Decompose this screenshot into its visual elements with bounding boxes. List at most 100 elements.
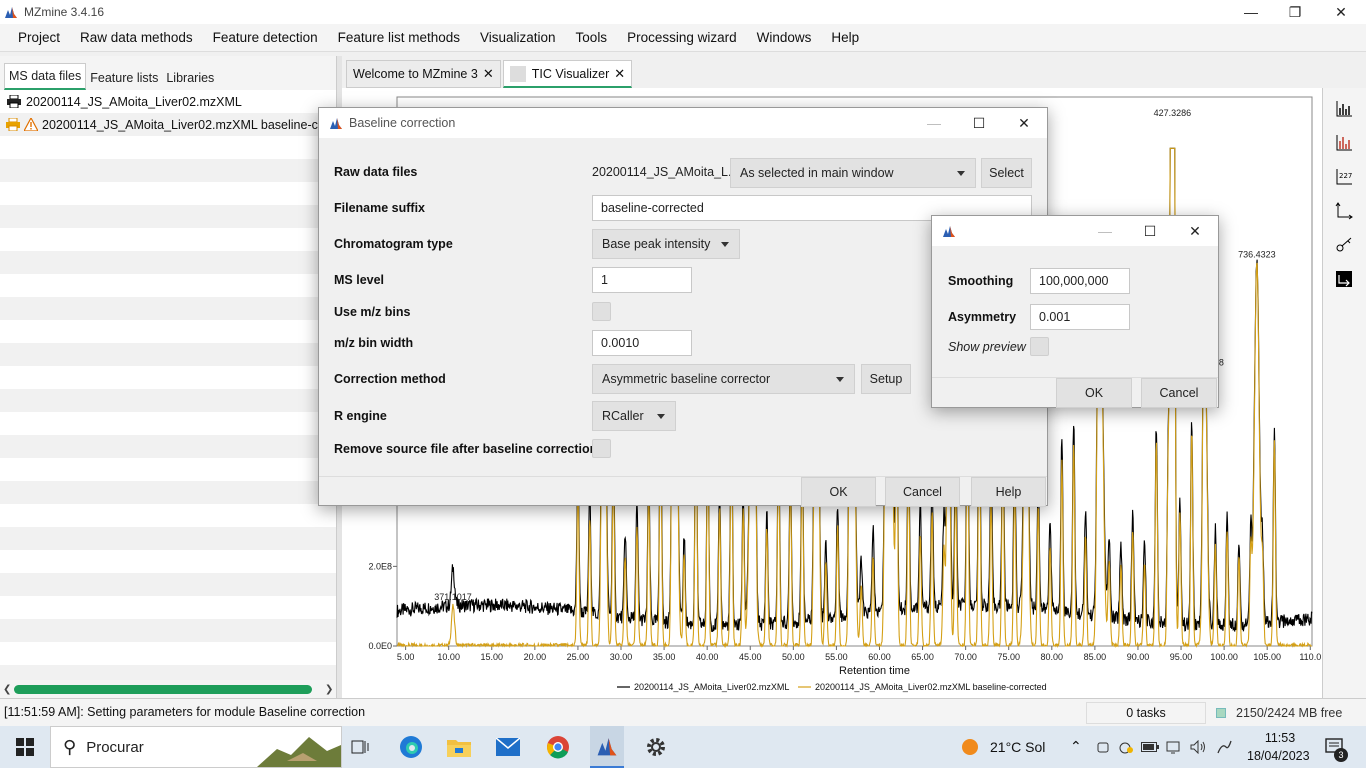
dialog-titlebar: — ☐ ✕ (932, 216, 1218, 246)
cancel-button[interactable]: Cancel (1141, 378, 1217, 408)
settings-gear-icon[interactable] (640, 726, 672, 768)
menu-project[interactable]: Project (8, 30, 70, 45)
use-mz-bins-checkbox[interactable] (592, 302, 611, 321)
x-tick-label: 70.00 (954, 652, 977, 662)
tab-libraries[interactable]: Libraries (162, 66, 218, 90)
export-icon[interactable] (1329, 266, 1359, 292)
restore-button[interactable]: ❐ (1272, 0, 1318, 24)
chevron-up-icon[interactable]: ⌃ (1070, 738, 1082, 755)
cancel-button[interactable]: Cancel (885, 477, 960, 507)
menu-windows[interactable]: Windows (747, 30, 822, 45)
task-view-icon[interactable] (346, 726, 374, 768)
chrome-icon[interactable] (542, 726, 574, 768)
weather-sun-icon[interactable] (958, 726, 982, 768)
clock-date[interactable]: 18/04/2023 (1247, 749, 1310, 763)
x-tick-label: 40.00 (696, 652, 719, 662)
ok-button[interactable]: OK (801, 477, 876, 507)
menu-feature-list-methods[interactable]: Feature list methods (328, 30, 470, 45)
edge-browser-icon[interactable] (395, 726, 427, 768)
menu-raw-data-methods[interactable]: Raw data methods (70, 30, 203, 45)
tab-tic-visualizer[interactable]: TIC Visualizer ✕ (502, 60, 633, 88)
chevron-down-icon (957, 171, 965, 176)
tab-ms-data-files[interactable]: MS data files (4, 63, 87, 90)
axis-settings-icon[interactable] (1329, 198, 1359, 224)
memory-indicator[interactable]: 2150/2424 MB free (1210, 702, 1362, 724)
memory-text: 2150/2424 MB free (1236, 706, 1343, 720)
toggle-peaks-icon[interactable] (1329, 130, 1359, 156)
select-button[interactable]: Select (981, 158, 1032, 188)
minimize-button[interactable]: — (1228, 0, 1274, 24)
menu-feature-detection[interactable]: Feature detection (203, 30, 328, 45)
notifications-icon[interactable]: 3 (1320, 726, 1350, 768)
field-value: 0.001 (1039, 310, 1071, 324)
onedrive-icon[interactable] (1094, 726, 1112, 768)
horizontal-scrollbar[interactable]: ❮ ❯ (0, 680, 336, 698)
chevron-down-icon (721, 242, 729, 247)
maximize-button[interactable]: ☐ (1127, 216, 1173, 246)
pen-icon[interactable] (1214, 726, 1234, 768)
network-warning-icon[interactable] (1116, 726, 1136, 768)
asymmetry-label: Asymmetry (948, 310, 1017, 324)
close-button[interactable]: ✕ (1001, 108, 1047, 138)
close-tab-icon[interactable]: ✕ (614, 66, 625, 82)
toggle-bars-icon[interactable] (1329, 96, 1359, 122)
scroll-right-icon[interactable]: ❯ (325, 684, 333, 695)
x-tick-label: 55.00 (825, 652, 848, 662)
clock-time[interactable]: 11:53 (1250, 731, 1310, 745)
scroll-left-icon[interactable]: ❮ (3, 684, 11, 695)
x-tick-label: 10.00 (437, 652, 460, 662)
key-icon[interactable] (1329, 232, 1359, 258)
printer-icon (6, 95, 22, 109)
dialog-titlebar: Baseline correction — ☐ ✕ (319, 108, 1047, 138)
smoothing-field[interactable]: 100,000,000 (1030, 268, 1130, 294)
mail-icon[interactable] (492, 726, 524, 768)
show-preview-checkbox[interactable] (1030, 337, 1049, 356)
chromatogram-type-select[interactable]: Base peak intensity (592, 229, 740, 259)
volume-icon[interactable] (1188, 726, 1208, 768)
menu-processing-wizard[interactable]: Processing wizard (617, 30, 747, 45)
minimize-button[interactable]: — (1082, 216, 1128, 246)
mz-bin-width-field[interactable]: 0.0010 (592, 330, 692, 356)
x-tick-label: 45.00 (739, 652, 762, 662)
list-item[interactable]: 20200114_JS_AMoita_Liver02.mzXML baselin… (0, 113, 336, 136)
tab-welcome[interactable]: Welcome to MZmine 3 ✕ (346, 60, 501, 88)
menu-help[interactable]: Help (821, 30, 869, 45)
ms-level-field[interactable]: 1 (592, 267, 692, 293)
project-panel: MS data files Feature lists Libraries 20… (0, 56, 336, 698)
close-button[interactable]: ✕ (1172, 216, 1218, 246)
raw-data-files-select[interactable]: As selected in main window (730, 158, 976, 188)
r-engine-label: R engine (334, 409, 387, 423)
field-value: 1 (601, 273, 608, 287)
field-value: 0.0010 (601, 336, 640, 350)
menu-tools[interactable]: Tools (566, 30, 618, 45)
correction-method-select[interactable]: Asymmetric baseline corrector (592, 364, 855, 394)
battery-icon[interactable] (1140, 726, 1160, 768)
chromatogram-type-label: Chromatogram type (334, 237, 453, 251)
scroll-thumb[interactable] (14, 684, 312, 694)
r-engine-select[interactable]: RCaller (592, 401, 676, 431)
help-button[interactable]: Help (971, 477, 1046, 507)
remove-source-checkbox[interactable] (592, 439, 611, 458)
list-item[interactable]: 20200114_JS_AMoita_Liver02.mzXML (0, 90, 336, 113)
asymmetry-field[interactable]: 0.001 (1030, 304, 1130, 330)
tab-feature-lists[interactable]: Feature lists (86, 66, 162, 90)
mzmine-taskbar-icon[interactable] (590, 726, 624, 768)
taskbar-search[interactable]: ⚲ Procurar (50, 726, 342, 768)
menu-visualization[interactable]: Visualization (470, 30, 566, 45)
weather-text[interactable]: 21°C Sol (990, 739, 1045, 755)
x-tick-label: 30.00 (610, 652, 633, 662)
mzmine-logo-icon (5, 7, 17, 18)
ok-button[interactable]: OK (1056, 378, 1132, 408)
setup-button[interactable]: Setup (861, 364, 911, 394)
file-name: 20200114_JS_AMoita_Liver02.mzXML (26, 94, 242, 109)
minimize-button[interactable]: — (911, 108, 957, 138)
close-tab-icon[interactable]: ✕ (483, 66, 494, 82)
file-explorer-icon[interactable] (443, 726, 475, 768)
tasks-indicator[interactable]: 0 tasks (1086, 702, 1206, 724)
close-button[interactable]: ✕ (1318, 0, 1364, 24)
windows-start-icon[interactable] (8, 726, 42, 768)
search-icon: ⚲ (63, 736, 77, 757)
maximize-button[interactable]: ☐ (956, 108, 1002, 138)
wifi-icon[interactable] (1164, 726, 1184, 768)
toggle-labels-icon[interactable]: 227 (1329, 164, 1359, 190)
